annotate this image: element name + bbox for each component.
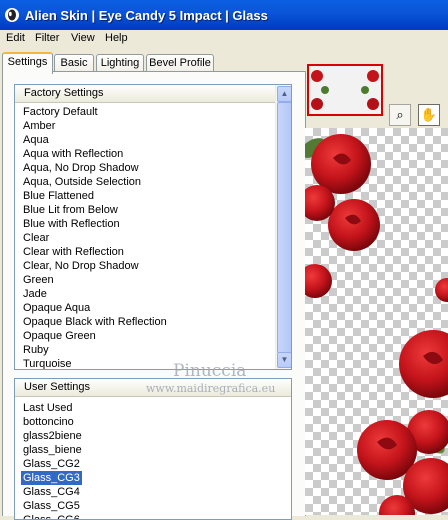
factory-setting-item[interactable]: Green	[21, 273, 56, 287]
scroll-up-arrow-icon[interactable]: ▲	[277, 86, 291, 102]
factory-setting-item[interactable]: Opaque Green	[21, 329, 98, 343]
factory-setting-item[interactable]: Clear	[21, 231, 51, 245]
user-settings-list[interactable]: User Settings Last Used bottoncino glass2b…	[14, 378, 292, 520]
factory-settings-header: Factory Settings	[15, 85, 291, 103]
tab-lighting[interactable]: Lighting	[96, 54, 144, 72]
factory-setting-item[interactable]: Amber	[21, 119, 57, 133]
thumbnail-roses-image	[309, 66, 381, 114]
window-title: Alien Skin | Eye Candy 5 Impact | Glass	[25, 8, 268, 23]
menu-edit[interactable]: Edit	[6, 32, 25, 44]
user-setting-item[interactable]: glass_biene	[21, 443, 84, 457]
zoom-tool-icon[interactable]: ⌕	[389, 104, 411, 126]
menu-view[interactable]: View	[71, 32, 95, 44]
user-setting-item[interactable]: Glass_CG6	[21, 513, 82, 519]
factory-setting-item[interactable]: Blue Flattened	[21, 189, 96, 203]
user-setting-item[interactable]: bottoncino	[21, 415, 76, 429]
factory-setting-item[interactable]: Opaque Aqua	[21, 301, 92, 315]
watermark-site: www.maidiregrafica.eu	[146, 382, 276, 395]
factory-setting-item[interactable]: Aqua, Outside Selection	[21, 175, 143, 189]
scroll-down-arrow-icon[interactable]: ▼	[277, 352, 291, 368]
tab-basic[interactable]: Basic	[54, 54, 94, 72]
factory-settings-list[interactable]: Factory Settings Factory Default Amber Aqu…	[14, 84, 292, 370]
factory-setting-item[interactable]: Aqua with Reflection	[21, 147, 125, 161]
menu-filter[interactable]: Filter	[35, 32, 59, 44]
tab-bevel-profile[interactable]: Bevel Profile	[146, 54, 214, 72]
user-setting-item[interactable]: Glass_CG4	[21, 485, 82, 499]
factory-setting-item[interactable]: Turquoise	[21, 357, 74, 369]
menu-bar: Edit Filter View Help	[0, 30, 448, 48]
factory-setting-item[interactable]: Clear with Reflection	[21, 245, 126, 259]
factory-scrollbar[interactable]: ▲ ▼	[275, 85, 291, 369]
factory-setting-item[interactable]: Aqua	[21, 133, 51, 147]
factory-setting-item[interactable]: Factory Default	[21, 105, 100, 119]
roses-preview-image	[305, 134, 448, 515]
alien-skin-app-icon[interactable]	[4, 7, 20, 23]
hand-tool-icon[interactable]: ✋	[418, 104, 440, 126]
navigator-thumbnail[interactable]	[307, 64, 383, 116]
user-setting-item[interactable]: Glass_CG2	[21, 457, 82, 471]
settings-panel: Factory Settings Factory Default Amber Aqu…	[2, 71, 306, 520]
scroll-thumb[interactable]	[277, 102, 291, 353]
factory-setting-item[interactable]: Jade	[21, 287, 49, 301]
watermark-name: Pinuccia	[173, 361, 247, 381]
factory-setting-item[interactable]: Blue Lit from Below	[21, 203, 120, 217]
factory-setting-item[interactable]: Ruby	[21, 343, 51, 357]
factory-setting-item[interactable]: Clear, No Drop Shadow	[21, 259, 141, 273]
user-setting-item[interactable]: Glass_CG3	[21, 471, 82, 485]
preview-pane[interactable]	[305, 128, 448, 515]
title-bar: Alien Skin | Eye Candy 5 Impact | Glass	[0, 0, 448, 30]
tab-settings[interactable]: Settings	[2, 52, 53, 74]
user-setting-item[interactable]: Last Used	[21, 401, 75, 415]
menu-help[interactable]: Help	[105, 32, 128, 44]
user-setting-item[interactable]: Glass_CG5	[21, 499, 82, 513]
factory-setting-item[interactable]: Aqua, No Drop Shadow	[21, 161, 141, 175]
factory-setting-item[interactable]: Blue with Reflection	[21, 217, 122, 231]
user-setting-item[interactable]: glass2biene	[21, 429, 84, 443]
tab-strip: Settings Basic Lighting Bevel Profile	[0, 52, 305, 74]
factory-setting-item[interactable]: Opaque Black with Reflection	[21, 315, 169, 329]
